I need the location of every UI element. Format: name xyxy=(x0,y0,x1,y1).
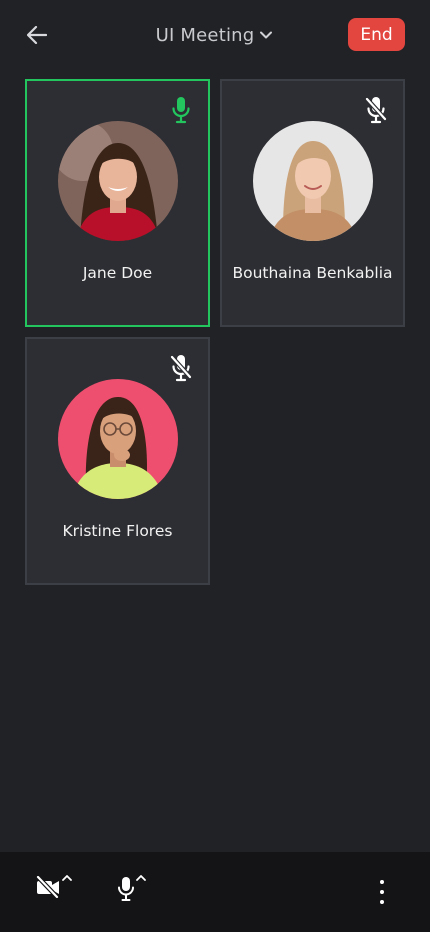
participant-name: Jane Doe xyxy=(82,264,153,282)
participant-tile[interactable]: Kristine Flores xyxy=(25,337,210,585)
meeting-screen: UI Meeting End Jane Doe Bouthaina Benkab… xyxy=(0,0,430,932)
chevron-up-icon[interactable] xyxy=(62,874,72,882)
avatar xyxy=(252,121,373,241)
participant-tile[interactable]: Bouthaina Benkablia xyxy=(220,79,405,327)
call-controls-bar xyxy=(0,852,430,932)
chevron-up-icon[interactable] xyxy=(136,874,146,882)
more-options-button[interactable] xyxy=(372,880,392,904)
end-call-button[interactable]: End xyxy=(348,18,405,51)
participant-name: Kristine Flores xyxy=(62,522,173,540)
chevron-down-icon[interactable] xyxy=(260,28,274,42)
more-vertical-icon xyxy=(380,880,384,884)
microphone-icon xyxy=(118,877,134,901)
meeting-title[interactable]: UI Meeting xyxy=(156,25,255,46)
microphone-off-icon xyxy=(168,353,194,383)
avatar xyxy=(57,379,178,499)
arrow-left-icon xyxy=(27,26,47,44)
header: UI Meeting End xyxy=(0,0,430,70)
avatar xyxy=(57,121,178,241)
video-off-icon xyxy=(36,876,60,898)
back-button[interactable] xyxy=(24,22,50,48)
participant-tile[interactable]: Jane Doe xyxy=(25,79,210,327)
microphone-off-icon xyxy=(363,95,389,125)
participant-name: Bouthaina Benkablia xyxy=(232,264,393,282)
microphone-icon xyxy=(168,95,194,125)
camera-toggle-button[interactable] xyxy=(36,874,72,908)
microphone-toggle-button[interactable] xyxy=(118,874,146,908)
